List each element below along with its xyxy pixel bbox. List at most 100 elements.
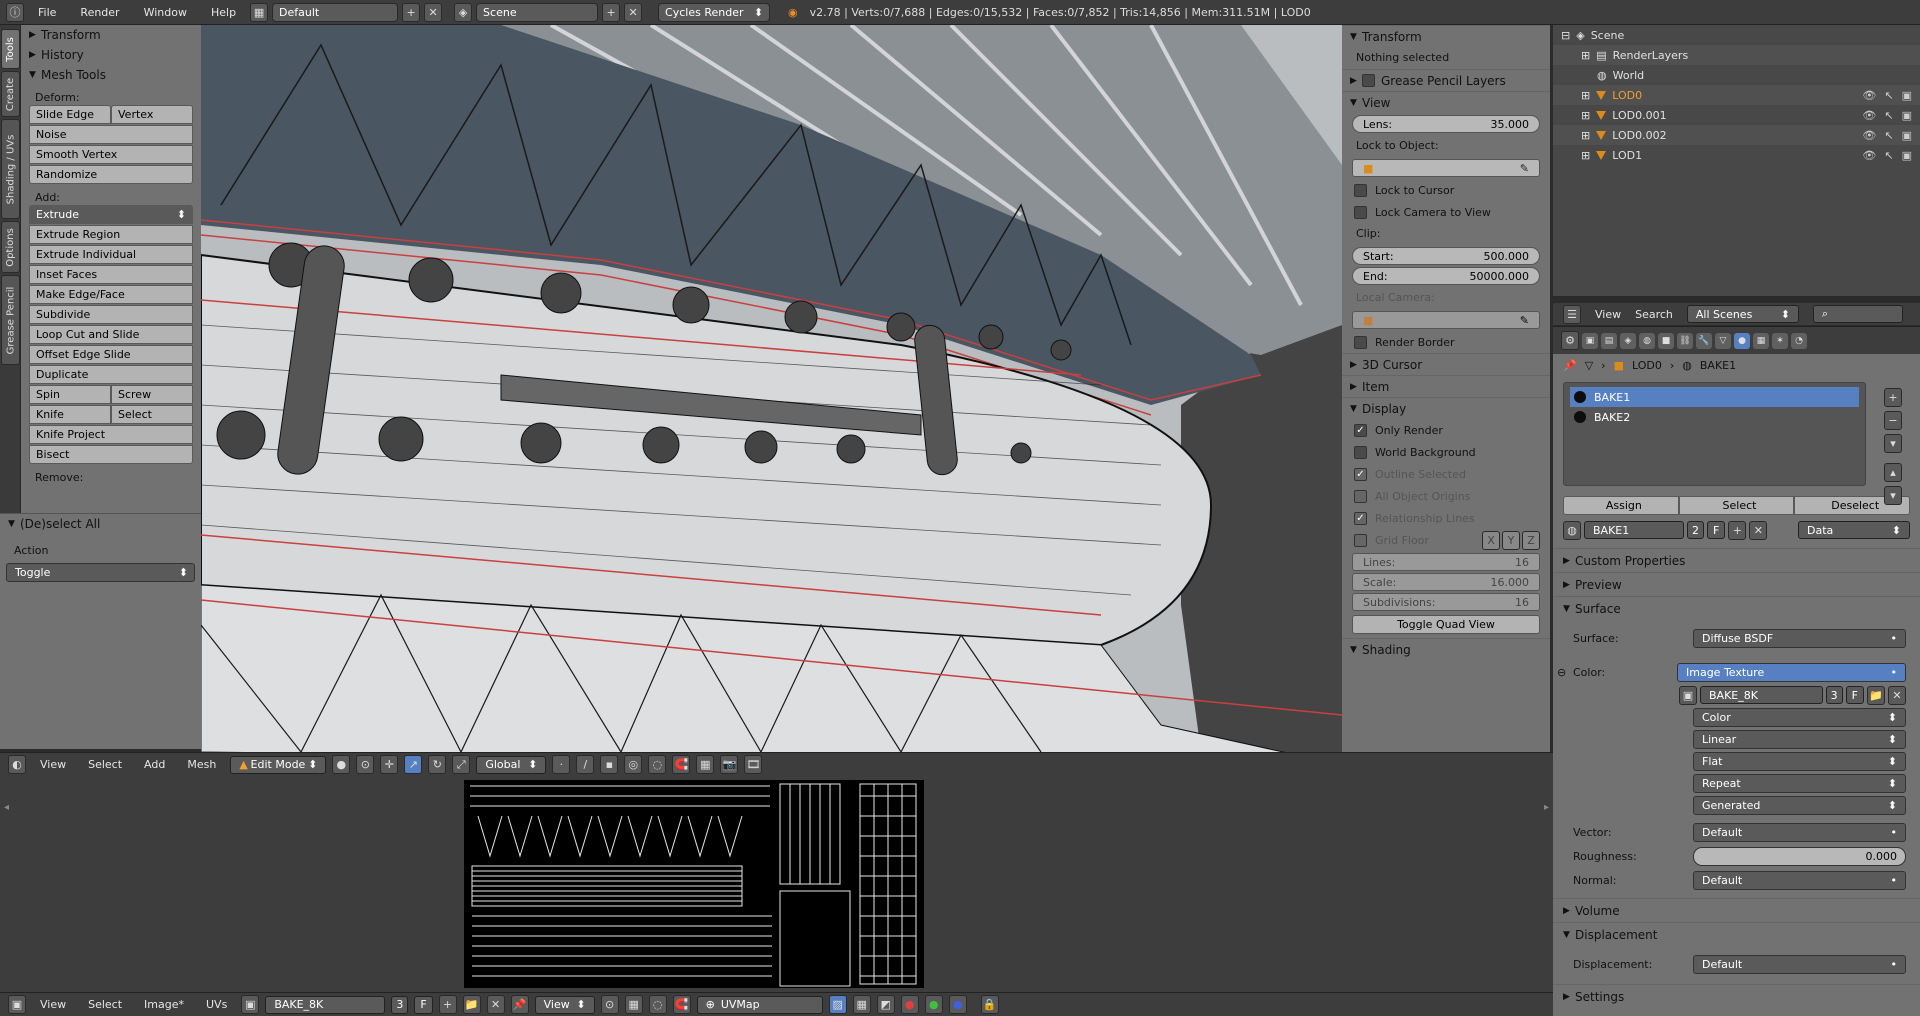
material-slot[interactable]: BAKE1 [1570,387,1859,407]
unlink-image-icon[interactable]: ✕ [1888,685,1906,705]
screw-button[interactable]: Screw [111,385,193,404]
select-button[interactable]: Select [1678,496,1795,515]
cursor-icon[interactable]: ↖ [1884,149,1893,162]
loop-cut-button[interactable]: Loop Cut and Slide [29,325,193,344]
color-space-select[interactable]: Color ⬍ [1693,707,1906,727]
open-image-icon[interactable]: 📁 [462,995,481,1014]
unlink-material-icon[interactable]: ✕ [1749,520,1768,540]
cursor-icon[interactable]: ↖ [1884,129,1893,142]
image-menu[interactable]: Image* [136,998,192,1011]
image-editor-icon[interactable]: ▣ [8,995,26,1014]
remove-slot-icon[interactable]: − [1884,411,1902,430]
bisect-button[interactable]: Bisect [29,445,193,464]
material-browse-icon[interactable]: ◍ [1563,520,1581,540]
panel-custom-properties[interactable]: ▶ Custom Properties [1553,548,1920,572]
view-menu[interactable]: View [32,758,74,771]
move-up-icon[interactable]: ▴ [1884,463,1902,482]
snap-icon[interactable]: 🧲 [672,995,691,1014]
world-tab-icon[interactable]: ◍ [1639,332,1655,349]
image-select-menu[interactable]: Select [80,998,130,1011]
uv-image-editor[interactable]: ◂ ▸ [0,776,1553,992]
layout-grid-icon[interactable]: ▦ [250,2,269,22]
slot-menu-icon[interactable]: ▾ [1884,434,1902,453]
menu-help[interactable]: Help [201,6,246,19]
only-render-toggle[interactable]: ✓ Only Render [1342,419,1550,441]
panel-settings[interactable]: ▶ Settings [1553,984,1920,1008]
remove-layout-icon[interactable]: ✕ [424,2,443,22]
image-name-field[interactable]: BAKE_8K [1700,686,1823,704]
scene-icon[interactable]: ◈ [454,2,473,22]
world-background-toggle[interactable]: World Background [1342,441,1550,463]
image-browse-icon[interactable]: ▣ [1679,685,1697,705]
npanel-grease-pencil[interactable]: ▶ Grease Pencil Layers [1342,69,1550,91]
grid-scale-field[interactable]: Scale: 16.000 [1352,573,1540,591]
noise-button[interactable]: Noise [29,125,193,144]
checkmark-icon[interactable]: ✓ [1354,467,1367,481]
render-icon[interactable]: ▣ [1902,89,1912,102]
display-rgb-icon[interactable]: ▨ [828,995,847,1014]
render-icon[interactable]: ▣ [1902,129,1912,142]
outliner-object[interactable]: ⊞ LOD0.001 👁 ↖ ▣ [1553,105,1920,125]
cursor-icon[interactable]: ↖ [1884,109,1893,122]
image-name-field[interactable]: BAKE_8K [265,995,386,1014]
scene-field[interactable]: Scene [476,2,599,22]
outliner-object[interactable]: ⊞ LOD0 👁 ↖ ▣ [1553,85,1920,105]
add-scene-icon[interactable]: + [602,2,621,22]
local-camera-field[interactable]: ■ ✎ [1352,311,1540,329]
duplicate-button[interactable]: Duplicate [29,365,193,384]
grid-floor-toggle[interactable]: Grid Floor X Y Z [1342,529,1550,551]
panel-preview[interactable]: ▶ Preview [1553,572,1920,596]
select-menu[interactable]: Select [80,758,130,771]
projection-select[interactable]: Flat ⬍ [1693,751,1906,771]
remove-scene-icon[interactable]: ✕ [624,2,643,22]
outliner-view-menu[interactable]: View [1595,308,1621,321]
checkbox[interactable] [1354,489,1367,503]
source-select[interactable]: Generated ⬍ [1693,795,1906,815]
edge-select-icon[interactable]: / [576,755,595,774]
proportional-edit-icon[interactable]: ◌ [648,755,667,774]
npanel-shading[interactable]: ▼ Shading [1342,638,1550,660]
extension-select[interactable]: Repeat ⬍ [1693,773,1906,793]
pivot-point-icon[interactable]: ⊙ [356,755,375,774]
lock-camera-toggle[interactable]: Lock Camera to View [1342,201,1550,223]
particles-tab-icon[interactable]: ✶ [1772,332,1788,349]
tab-options[interactable]: Options [1,221,20,273]
face-select-icon[interactable]: ▪ [600,755,619,774]
green-channel-icon[interactable]: ● [924,995,943,1014]
pin-icon[interactable]: 📌 [1563,359,1577,372]
tab-create[interactable]: Create [1,71,20,117]
axis-z-toggle[interactable]: Z [1522,530,1540,550]
offset-edge-slide-button[interactable]: Offset Edge Slide [29,345,193,364]
clip-start-field[interactable]: Start: 500.000 [1352,247,1540,265]
3d-viewport[interactable] [201,25,1342,752]
outliner-editor-icon[interactable]: ☰ [1563,304,1581,324]
outliner-renderlayers[interactable]: ⊞ ▤ RenderLayers [1553,45,1920,65]
action-select[interactable]: Toggle ⬍ [6,563,195,582]
checkmark-icon[interactable]: ✓ [1354,511,1367,525]
render-tab-icon[interactable]: ▣ [1582,332,1598,349]
layout-field[interactable]: Default [272,2,399,22]
eye-icon[interactable]: 👁 [1862,149,1876,162]
unlink-image-icon[interactable]: ✕ [486,995,505,1014]
new-image-icon[interactable]: + [438,995,457,1014]
outliner-object[interactable]: ⊞ LOD1 👁 ↖ ▣ [1553,145,1920,165]
outliner-search-input[interactable]: ⌕ [1812,305,1903,323]
image-fake-user[interactable]: F [414,995,433,1014]
menu-window[interactable]: Window [134,6,197,19]
red-channel-icon[interactable]: ● [900,995,919,1014]
npanel-item[interactable]: ▶ Item [1342,375,1550,397]
grid-lines-field[interactable]: Lines: 16 [1352,553,1540,571]
npanel-view[interactable]: ▼ View [1342,91,1550,113]
blue-channel-icon[interactable]: ● [948,995,967,1014]
expand-icon[interactable]: ⊞ [1581,149,1590,162]
material-users-count[interactable]: 2 [1687,521,1704,539]
tab-shading-uvs[interactable]: Shading / UVs [1,119,20,219]
extrude-region-button[interactable]: Extrude Region [29,225,193,244]
add-menu[interactable]: Add [136,758,173,771]
cursor-icon[interactable]: ↖ [1884,89,1893,102]
modifiers-tab-icon[interactable]: 🔧 [1696,332,1712,349]
checkbox[interactable] [1354,183,1367,197]
constraints-tab-icon[interactable]: ⛓ [1677,332,1693,349]
properties-editor-icon[interactable]: ⚙ [1561,331,1579,350]
opengl-render-icon[interactable]: 📷 [720,755,739,774]
